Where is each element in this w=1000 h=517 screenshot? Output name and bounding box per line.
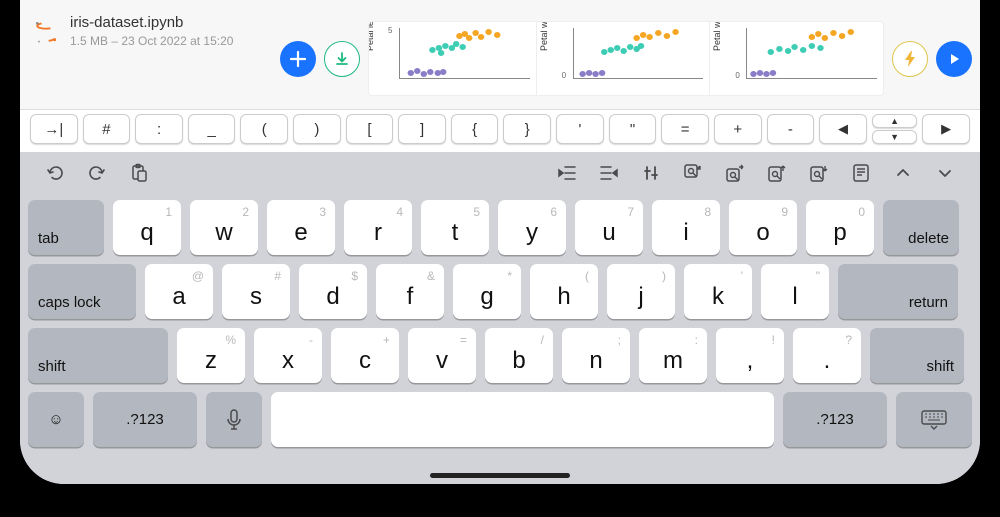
minus-key[interactable]: - xyxy=(767,114,815,144)
right-arrow-key[interactable]: ▶ xyxy=(922,114,970,144)
find-icon[interactable] xyxy=(682,162,704,184)
lparen-key[interactable]: ( xyxy=(240,114,288,144)
num-key-right[interactable]: .?123 xyxy=(783,392,887,447)
key-t[interactable]: 5t xyxy=(421,200,489,255)
flash-button[interactable] xyxy=(892,41,928,77)
redo-icon[interactable] xyxy=(86,162,108,184)
key-i[interactable]: 8i xyxy=(652,200,720,255)
rparen-key[interactable]: ) xyxy=(293,114,341,144)
indent-key[interactable]: →| xyxy=(30,114,78,144)
key-r[interactable]: 4r xyxy=(344,200,412,255)
key-w[interactable]: 2w xyxy=(190,200,258,255)
key-v[interactable]: =v xyxy=(408,328,476,383)
lbrace-key[interactable]: { xyxy=(451,114,499,144)
shift-key-left[interactable]: shift xyxy=(28,328,168,383)
colon-key[interactable]: : xyxy=(135,114,183,144)
rbrace-key[interactable]: } xyxy=(503,114,551,144)
key-m[interactable]: :m xyxy=(639,328,707,383)
key-q[interactable]: 1q xyxy=(113,200,181,255)
key-l[interactable]: "l xyxy=(761,264,829,319)
key-n[interactable]: ;n xyxy=(562,328,630,383)
chevron-down-icon[interactable] xyxy=(934,162,956,184)
jupyter-icon xyxy=(32,18,60,46)
undo-icon[interactable] xyxy=(44,162,66,184)
play-button[interactable] xyxy=(936,41,972,77)
shift-key-right[interactable]: shift xyxy=(870,328,964,383)
key-o[interactable]: 9o xyxy=(729,200,797,255)
plus-key[interactable]: + xyxy=(714,114,762,144)
key-j[interactable]: )j xyxy=(607,264,675,319)
plot-ylabel: Petal length (c xyxy=(368,21,375,51)
replace-icon[interactable] xyxy=(724,162,746,184)
up-arrow-key[interactable]: ▲ xyxy=(872,114,918,128)
return-key[interactable]: return xyxy=(838,264,958,319)
down-arrow-key[interactable]: ▼ xyxy=(872,130,918,144)
home-indicator[interactable] xyxy=(430,473,570,478)
download-button[interactable] xyxy=(324,41,360,77)
key-c[interactable]: +c xyxy=(331,328,399,383)
file-meta: 1.5 MB – 23 Oct 2022 at 15:20 xyxy=(70,34,233,48)
key-,[interactable]: !, xyxy=(716,328,784,383)
indent-right-icon[interactable] xyxy=(556,162,578,184)
plot-ylabel: Petal width (c xyxy=(712,21,722,51)
key-d[interactable]: $d xyxy=(299,264,367,319)
chevron-up-icon[interactable] xyxy=(892,162,914,184)
dquote-key[interactable]: " xyxy=(609,114,657,144)
rsq-key[interactable]: ] xyxy=(398,114,446,144)
delete-key[interactable]: delete xyxy=(883,200,959,255)
symbol-row: →| # : _ ( ) [ ] { } ' " = + - ◀ ▲ ▼ ▶ xyxy=(20,108,980,150)
plot-previews: Petal length (c 5 Petal width (c xyxy=(368,21,884,96)
emoji-key[interactable]: ☺ xyxy=(28,392,84,447)
key-u[interactable]: 7u xyxy=(575,200,643,255)
add-button[interactable] xyxy=(280,41,316,77)
plot-ylabel: Petal width (c xyxy=(539,21,549,51)
find-next-icon[interactable] xyxy=(808,162,830,184)
underscore-key[interactable]: _ xyxy=(188,114,236,144)
docs-icon[interactable] xyxy=(850,162,872,184)
file-name: iris-dataset.ipynb xyxy=(70,14,233,31)
key-e[interactable]: 3e xyxy=(267,200,335,255)
key-a[interactable]: @a xyxy=(145,264,213,319)
find-prev-icon[interactable] xyxy=(766,162,788,184)
tab-key[interactable]: tab xyxy=(28,200,104,255)
left-arrow-key[interactable]: ◀ xyxy=(819,114,867,144)
key-y[interactable]: 6y xyxy=(498,200,566,255)
paste-icon[interactable] xyxy=(128,162,150,184)
key-k[interactable]: 'k xyxy=(684,264,752,319)
eq-key[interactable]: = xyxy=(661,114,709,144)
key-p[interactable]: 0p xyxy=(806,200,874,255)
key-f[interactable]: &f xyxy=(376,264,444,319)
file-info-card[interactable]: iris-dataset.ipynb 1.5 MB – 23 Oct 2022 … xyxy=(20,0,280,109)
key-z[interactable]: %z xyxy=(177,328,245,383)
key-s[interactable]: #s xyxy=(222,264,290,319)
space-key[interactable] xyxy=(271,392,774,447)
indent-left-icon[interactable] xyxy=(598,162,620,184)
dismiss-keyboard-key[interactable] xyxy=(896,392,972,447)
keyboard-toolbar xyxy=(20,152,980,194)
key-x[interactable]: -x xyxy=(254,328,322,383)
key-b[interactable]: /b xyxy=(485,328,553,383)
key-g[interactable]: *g xyxy=(453,264,521,319)
key-h[interactable]: (h xyxy=(530,264,598,319)
key-.[interactable]: ?. xyxy=(793,328,861,383)
keyboard: tab 1q2w3e4r5t6y7u8i9o0pdelete caps lock… xyxy=(20,194,980,484)
comment-icon[interactable] xyxy=(640,162,662,184)
hash-key[interactable]: # xyxy=(83,114,131,144)
squote-key[interactable]: ' xyxy=(556,114,604,144)
mic-key[interactable] xyxy=(206,392,262,447)
num-key-left[interactable]: .?123 xyxy=(93,392,197,447)
lsq-key[interactable]: [ xyxy=(346,114,394,144)
capslock-key[interactable]: caps lock xyxy=(28,264,136,319)
